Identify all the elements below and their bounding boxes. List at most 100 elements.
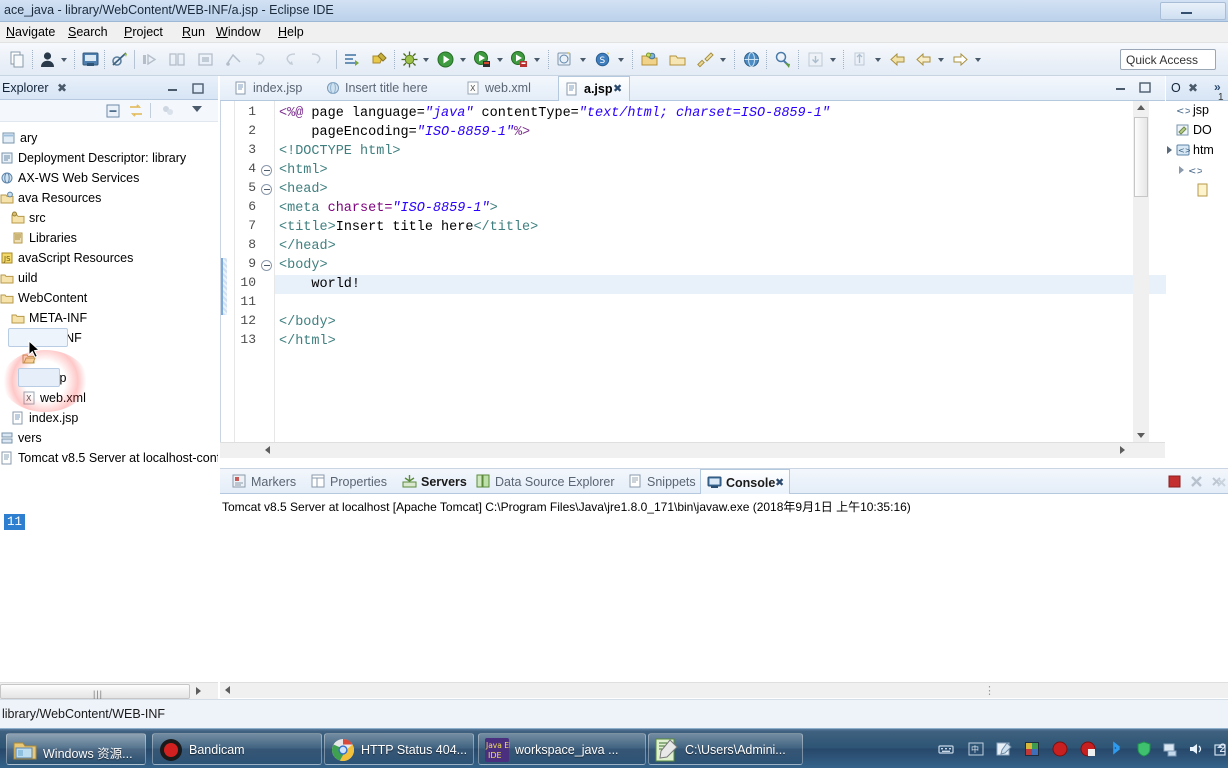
terminate-icon[interactable]: [196, 50, 215, 69]
editor-minimize-icon[interactable]: [1114, 82, 1128, 96]
keyboard-icon[interactable]: [938, 741, 954, 757]
outline-item-do[interactable]: DO: [1166, 120, 1228, 140]
bottom-tab-properties[interactable]: Properties: [305, 469, 393, 495]
panel-resize-grip[interactable]: ⋮: [984, 684, 996, 697]
scroll-left-arrow[interactable]: [265, 446, 270, 454]
open-web-browser-icon[interactable]: [742, 50, 761, 69]
quick-access-input[interactable]: Quick Access: [1120, 49, 1216, 70]
view-menu-icon[interactable]: [192, 106, 202, 112]
fold-collapse-icon[interactable]: [261, 260, 272, 271]
project-explorer-tab[interactable]: Explorer ✖: [0, 76, 218, 100]
terminate-icon[interactable]: [1166, 473, 1183, 493]
close-icon[interactable]: ✖: [775, 476, 784, 489]
editor-tab-a-jsp[interactable]: a.jsp ✖: [558, 76, 630, 101]
open-perspective-icon[interactable]: [774, 50, 793, 69]
back-dropdown-arrow[interactable]: [938, 58, 944, 62]
debug-dropdown-arrow[interactable]: [423, 58, 429, 62]
open-type-icon[interactable]: [640, 50, 659, 69]
tablet-pen-icon[interactable]: [996, 741, 1012, 757]
code-editor[interactable]: 1 2 3 4 5 6 7 8 9 10 11 12 13 <%@ page language="jav…: [220, 101, 1166, 442]
remove-launch-icon[interactable]: [1188, 473, 1205, 493]
filters-icon[interactable]: [160, 103, 176, 122]
tree-item-ava-resources[interactable]: ava Resources: [0, 188, 218, 208]
console-output[interactable]: Tomcat v8.5 Server at localhost [Apache …: [220, 494, 1228, 682]
window-minimize-button[interactable]: [1160, 2, 1226, 20]
new-wizard-icon[interactable]: [8, 50, 27, 69]
close-icon[interactable]: ✖: [57, 81, 67, 95]
tree-item-webcontent[interactable]: WebContent: [0, 288, 218, 308]
close-icon[interactable]: ✖: [613, 82, 622, 95]
skip-breakpoints-icon[interactable]: [224, 50, 243, 69]
previous-annotation-dropdown-arrow[interactable]: [875, 58, 881, 62]
bottom-tab-data-source-explorer[interactable]: Data Source Explorer: [470, 469, 618, 495]
toggle-breakpoint-icon[interactable]: [110, 50, 129, 69]
scrollbar-thumb[interactable]: [1134, 117, 1148, 197]
profile-dropdown-arrow[interactable]: [534, 58, 540, 62]
save-all-dropdown-arrow[interactable]: [830, 58, 836, 62]
console-hscrollbar[interactable]: ⋮: [220, 682, 1228, 698]
menu-item-window[interactable]: Window: [216, 25, 260, 39]
tree-item-avascript-resources[interactable]: JS avaScript Resources: [0, 248, 218, 268]
security-shield-icon[interactable]: [1136, 741, 1152, 757]
new-server-dropdown-arrow[interactable]: [618, 58, 624, 62]
profile-icon[interactable]: [510, 50, 529, 69]
bottom-tab-console[interactable]: Console ✖: [700, 469, 790, 495]
split-editor-icon[interactable]: [168, 50, 187, 69]
new-web-project-icon[interactable]: [556, 50, 575, 69]
tree-item-tomcat-v8-5-server-at-localhost-confi[interactable]: Tomcat v8.5 Server at localhost-confi: [0, 448, 218, 468]
bluetooth-icon[interactable]: [1108, 741, 1124, 757]
scroll-right-arrow[interactable]: [196, 687, 201, 695]
save-all-icon[interactable]: [806, 50, 825, 69]
bandicam-tray-icon[interactable]: [1052, 741, 1068, 757]
menu-item-help[interactable]: Help: [278, 25, 304, 39]
editor-tab-web-xml[interactable]: Xweb.xml: [460, 76, 545, 101]
editor-vscrollbar[interactable]: [1133, 101, 1149, 442]
forward-dropdown-arrow[interactable]: [975, 58, 981, 62]
editor-tab-insert-title-here[interactable]: Insert title here: [320, 76, 450, 101]
menu-item-run[interactable]: Run: [182, 25, 205, 39]
outline-tab[interactable]: O ✖ » 1: [1166, 76, 1228, 103]
step-return-icon[interactable]: [280, 50, 299, 69]
external-tools-icon[interactable]: [370, 50, 389, 69]
recorder-tray-icon[interactable]: [1080, 741, 1096, 757]
tree-item-ax-ws-web-services[interactable]: AX-WS Web Services: [0, 168, 218, 188]
run-icon[interactable]: [436, 50, 455, 69]
debug-icon[interactable]: [400, 50, 419, 69]
network-icon[interactable]: [1162, 741, 1178, 757]
menu-item-project[interactable]: Project: [124, 25, 163, 39]
scroll-left-arrow[interactable]: [225, 686, 230, 694]
run-last-tool-icon[interactable]: [342, 50, 361, 69]
outline-tree[interactable]: <> jsp DO <> htm <>: [1166, 101, 1228, 442]
tree-item-meta-inf[interactable]: META-INF: [0, 308, 218, 328]
run-server-dropdown-arrow[interactable]: [497, 58, 503, 62]
tree-item-index-jsp[interactable]: index.jsp: [0, 408, 218, 428]
editor-hscrollbar[interactable]: [220, 442, 1165, 458]
back-icon[interactable]: [888, 50, 907, 69]
collapse-arrow-icon[interactable]: [1179, 166, 1184, 174]
scroll-up-arrow[interactable]: [1137, 105, 1145, 110]
fold-collapse-icon[interactable]: [261, 165, 272, 176]
forward-icon[interactable]: [951, 50, 970, 69]
resume-icon[interactable]: [308, 50, 327, 69]
outline-item-jsp[interactable]: <> jsp: [1166, 100, 1228, 120]
remove-all-launches-icon[interactable]: [1210, 473, 1227, 493]
run-dropdown-arrow[interactable]: [460, 58, 466, 62]
link-with-editor-icon[interactable]: [128, 103, 144, 122]
run-server-icon[interactable]: [473, 50, 492, 69]
bottom-tab-servers[interactable]: Servers: [396, 469, 467, 495]
tree-item-ary[interactable]: ary: [0, 128, 218, 148]
outline-item-htm[interactable]: <> htm: [1166, 140, 1228, 160]
editor-maximize-icon[interactable]: [1138, 82, 1152, 96]
project-explorer-hscrollbar[interactable]: |||: [0, 682, 218, 699]
editor-code-area[interactable]: <%@ page language="java" contentType="te…: [279, 101, 1159, 442]
tree-item-vers[interactable]: vers: [0, 428, 218, 448]
fold-collapse-icon[interactable]: [261, 184, 272, 195]
taskbar-button-explorer[interactable]: Windows 资源...: [6, 733, 146, 765]
editor-annotation-ruler[interactable]: [221, 101, 235, 442]
previous-annotation-icon[interactable]: [851, 50, 870, 69]
back-history-icon[interactable]: [914, 50, 933, 69]
scroll-right-arrow[interactable]: [1120, 446, 1125, 454]
graphics-icon[interactable]: [1024, 741, 1040, 757]
search-icon[interactable]: [696, 50, 715, 69]
scroll-down-arrow[interactable]: [1137, 433, 1145, 438]
